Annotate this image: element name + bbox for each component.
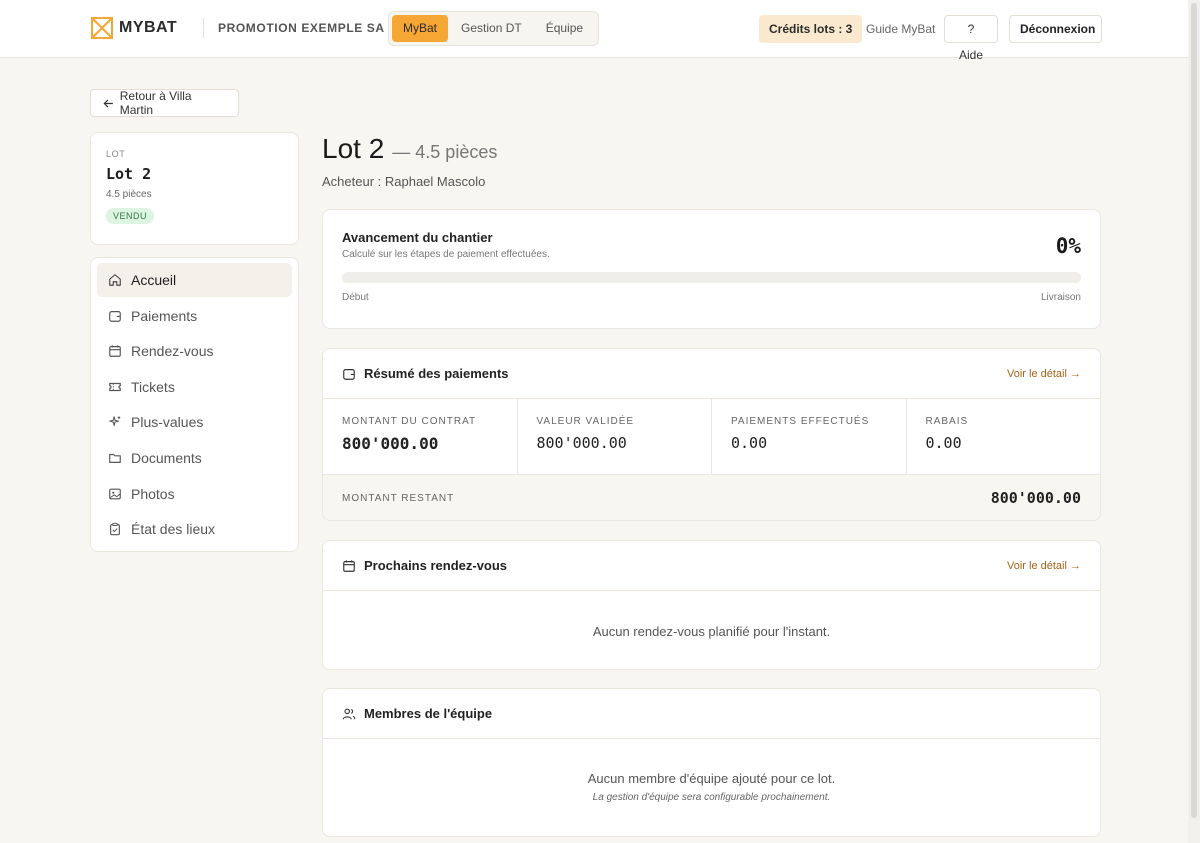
team-card-header: Membres de l'équipe — [323, 689, 1100, 739]
kpi-label: RABAIS — [925, 416, 969, 427]
sidebar-item-tickets[interactable]: Tickets — [97, 370, 292, 404]
status-badge: VENDU — [106, 208, 155, 224]
folder-icon — [109, 453, 121, 463]
sidebar-item-photos[interactable]: Photos — [97, 477, 292, 511]
calendar-icon — [343, 559, 355, 572]
progress-card: Avancement du chantier Calculé sur les é… — [322, 209, 1101, 329]
appointments-card-header: Prochains rendez-vous Voir le détail → — [323, 541, 1100, 591]
progress-percent: 0% — [1055, 234, 1081, 258]
kpi-label: MONTANT DU CONTRAT — [342, 416, 477, 427]
kpi-label: VALEUR VALIDÉE — [536, 416, 635, 427]
wallet-icon — [109, 310, 121, 322]
sidebar-item-label: Plus-values — [131, 414, 204, 431]
main-nav-tabs: MyBat Gestion DT Équipe — [388, 11, 599, 46]
appointments-card-title: Prochains rendez-vous — [364, 558, 508, 573]
sidebar-item-label: Tickets — [131, 378, 175, 395]
remaining-value: 800'000.00 — [990, 489, 1081, 507]
guide-link[interactable]: Guide MyBat — [866, 22, 935, 36]
company-name: PROMOTION EXEMPLE SA — [218, 21, 385, 35]
remaining-amount-row: MONTANT RESTANT 800'000.00 — [323, 475, 1100, 520]
buyer-name: Acheteur : Raphael Mascolo — [322, 174, 486, 189]
clipboard-icon — [110, 522, 120, 536]
sidebar-item-documents[interactable]: Documents — [97, 441, 292, 475]
sidebar-item-label: Documents — [131, 449, 202, 466]
kpi-value: 0.00 — [731, 434, 768, 452]
sidebar-item-accueil[interactable]: Accueil — [97, 263, 292, 297]
sidebar-item-label: Accueil — [131, 272, 177, 288]
sidebar-item-etat-des-lieux[interactable]: État des lieux — [97, 512, 292, 546]
team-empty-state: Aucun membre d'équipe ajouté pour ce lot… — [587, 771, 836, 786]
remaining-label: MONTANT RESTANT — [342, 492, 455, 504]
kpi-value: 800'000.00 — [342, 434, 439, 453]
tab-equipe[interactable]: Équipe — [535, 15, 594, 42]
appointments-card: Prochains rendez-vous Voir le détail → A… — [322, 540, 1101, 670]
payments-detail-link[interactable]: Voir le détail → — [1007, 368, 1081, 380]
progress-end-label: Livraison — [1040, 292, 1081, 303]
logo-icon — [91, 17, 113, 39]
sidebar-item-label: Rendez-vous — [131, 343, 214, 360]
logout-button[interactable]: Déconnexion — [1009, 15, 1102, 43]
tab-mybat[interactable]: MyBat — [392, 15, 449, 42]
page-scrollbar[interactable] — [1188, 0, 1200, 843]
sidebar-item-paiements[interactable]: Paiements — [97, 299, 292, 333]
lot-title: Lot 2 — [106, 165, 152, 183]
progress-description: Calculé sur les étapes de paiement effec… — [342, 249, 550, 260]
team-card: Membres de l'équipe Aucun membre d'équip… — [322, 688, 1101, 837]
team-note: La gestion d'équipe sera configurable pr… — [592, 792, 831, 803]
team-card-title: Membres de l'équipe — [364, 706, 493, 721]
kpi-payments-made: PAIEMENTS EFFECTUÉS 0.00 — [712, 399, 907, 474]
lot-rooms: 4.5 pièces — [106, 189, 152, 200]
kpi-value: 0.00 — [925, 434, 962, 452]
progress-title: Avancement du chantier — [342, 230, 493, 245]
sidebar-item-label: Paiements — [131, 307, 198, 324]
kpi-value: 800'000.00 — [536, 434, 627, 452]
appointments-empty-state: Aucun rendez-vous planifié pour l'instan… — [592, 624, 831, 639]
users-icon — [342, 708, 356, 719]
payments-card-title: Résumé des paiements — [364, 366, 509, 381]
back-button-label: Retour à Villa Martin — [119, 89, 192, 117]
kpi-label: PAIEMENTS EFFECTUÉS — [731, 416, 870, 427]
ticket-icon — [109, 382, 121, 391]
lot-heading: Lot 2 — [322, 133, 385, 164]
sparkles-icon — [109, 416, 121, 427]
calendar-icon — [109, 345, 121, 358]
sidebar-item-label: État des lieux — [131, 521, 216, 538]
credits-badge: Crédits lots : 3 — [759, 15, 863, 43]
kpi-discount: RABAIS 0.00 — [907, 399, 1101, 474]
header-divider — [203, 18, 204, 38]
appointments-detail-link[interactable]: Voir le détail → — [1007, 560, 1081, 572]
progress-bar — [342, 272, 1081, 283]
kpi-contract-amount: MONTANT DU CONTRAT 800'000.00 — [323, 399, 518, 474]
scrollbar-thumb[interactable] — [1191, 3, 1197, 818]
help-button[interactable]: ? Aide — [944, 15, 998, 62]
lot-summary-card: LOT Lot 2 4.5 pièces VENDU — [90, 132, 299, 245]
payments-card-header: Résumé des paiements Voir le détail → — [323, 349, 1100, 399]
payments-kpis: MONTANT DU CONTRAT 800'000.00 VALEUR VAL… — [323, 399, 1100, 475]
sidebar-item-label: Photos — [131, 485, 175, 502]
tab-gestion-dt[interactable]: Gestion DT — [450, 15, 533, 42]
kpi-validated-value: VALEUR VALIDÉE 800'000.00 — [518, 399, 712, 474]
image-icon — [109, 488, 121, 499]
brand-name: MYBAT — [119, 19, 178, 36]
arrow-left-icon — [103, 98, 113, 108]
home-icon — [109, 274, 121, 286]
wallet-icon — [343, 368, 355, 380]
lot-subheading: — 4.5 pièces — [392, 142, 498, 162]
payments-summary-card: Résumé des paiements Voir le détail → MO… — [322, 348, 1101, 521]
page-title: Lot 2 — 4.5 pièces — [322, 133, 497, 165]
lot-kicker: LOT — [106, 149, 126, 159]
sidebar-item-rendez-vous[interactable]: Rendez-vous — [97, 334, 292, 368]
top-bar: MYBAT PROMOTION EXEMPLE SA MyBat Gestion… — [0, 0, 1188, 62]
brand-logo[interactable]: MYBAT — [91, 17, 177, 39]
lot-sidebar-nav: Accueil Paiements Rendez-vous Tickets Pl… — [90, 257, 299, 552]
back-button[interactable]: Retour à Villa Martin — [90, 89, 239, 117]
progress-labels: Début Livraison — [342, 292, 1081, 303]
progress-start-label: Début — [342, 292, 369, 303]
sidebar-item-plus-values[interactable]: Plus-values — [97, 405, 292, 439]
